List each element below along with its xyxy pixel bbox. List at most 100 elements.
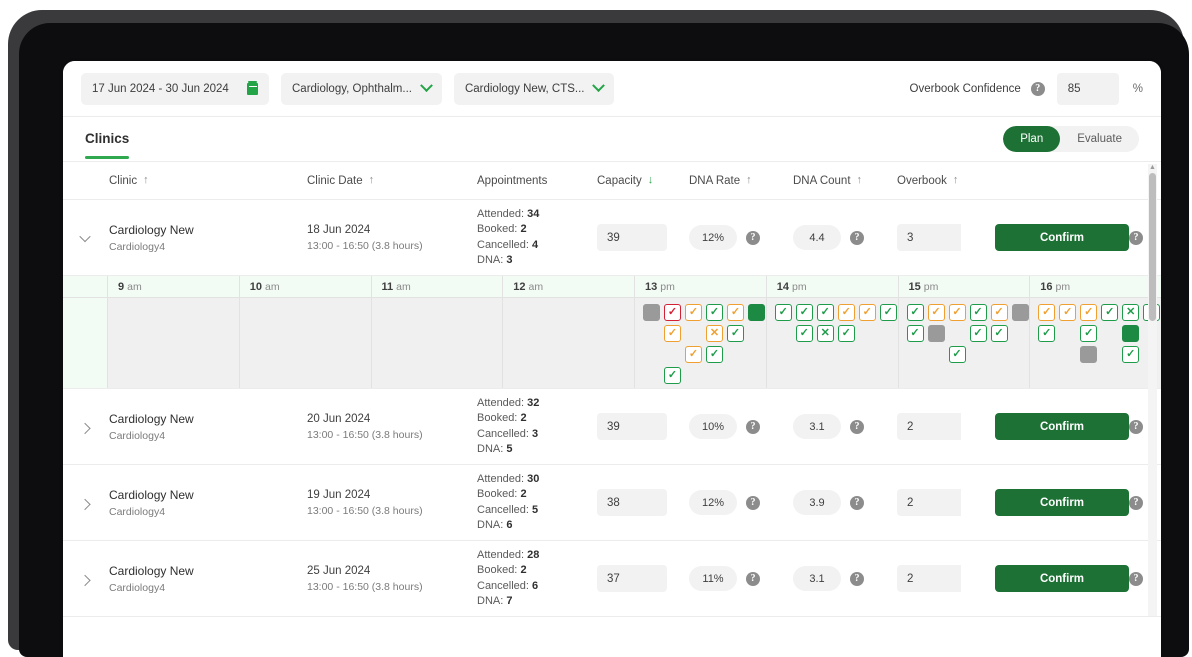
timeslot-column[interactable]: ✓ ✓ ✓ ✓ ✓ ✕ ✓ ✓ ✓ ✓ — [634, 298, 766, 388]
appointment-chip-filled-gray[interactable] — [643, 304, 660, 321]
appointment-chip-green[interactable]: ✕ — [1122, 304, 1140, 321]
help-icon[interactable]: ? — [1129, 571, 1143, 586]
timeslot-period: am — [528, 280, 544, 293]
column-header-appointments[interactable]: Appointments — [477, 175, 597, 187]
table-scrollbar[interactable]: ▲ — [1148, 164, 1157, 616]
appointment-chip-green[interactable]: ✓ — [990, 325, 1008, 342]
overbook-input[interactable]: 2 — [897, 489, 961, 516]
row-expand-toggle[interactable] — [63, 200, 107, 275]
appointment-chip-orange[interactable]: ✓ — [1080, 304, 1098, 321]
row-expand-toggle[interactable] — [63, 465, 107, 540]
capacity-input[interactable]: 39 — [597, 224, 667, 251]
appointment-chip-green[interactable]: ✓ — [1038, 325, 1056, 342]
appointment-chip-filled-gray[interactable] — [927, 325, 945, 342]
scrollbar-thumb[interactable] — [1149, 173, 1156, 321]
help-icon[interactable]: ? — [850, 419, 864, 434]
appointment-chip-green[interactable]: ✓ — [706, 304, 723, 321]
appointment-chip-green[interactable]: ✕ — [816, 325, 834, 342]
appointment-chip-green[interactable]: ✓ — [1101, 304, 1119, 321]
appointment-chip-orange[interactable]: ✓ — [858, 304, 876, 321]
table-row[interactable]: Cardiology New Cardiology4 19 Jun 2024 1… — [63, 465, 1161, 541]
appointment-chip-orange[interactable]: ✓ — [685, 304, 702, 321]
appointment-chip-green[interactable]: ✓ — [795, 304, 813, 321]
table-row[interactable]: Cardiology New Cardiology4 25 Jun 2024 1… — [63, 541, 1161, 617]
appointment-chip-green[interactable]: ✓ — [969, 304, 987, 321]
appointment-chip-green[interactable]: ✓ — [795, 325, 813, 342]
timeslot-column[interactable] — [107, 298, 239, 388]
table-row[interactable]: Cardiology New Cardiology4 18 Jun 2024 1… — [63, 200, 1161, 276]
appointment-chip-orange[interactable]: ✓ — [1059, 304, 1077, 321]
timeslot-column[interactable]: ✓ ✓ ✓ ✓ ✓ ✓ ✓ ✓ ✓ — [897, 298, 1030, 388]
appointment-chip-green[interactable]: ✓ — [664, 367, 681, 384]
appointment-chip-filled-gray[interactable] — [1011, 304, 1029, 321]
column-header-capacity[interactable]: Capacity ↓ — [597, 175, 689, 187]
appointment-chip-orange[interactable]: ✕ — [706, 325, 723, 342]
appointment-chip-orange[interactable]: ✓ — [837, 304, 855, 321]
help-icon[interactable]: ? — [1129, 419, 1143, 434]
appointment-chip-orange[interactable]: ✓ — [948, 304, 966, 321]
appointment-chip-filled-green[interactable] — [748, 304, 765, 321]
help-icon[interactable]: ? — [1129, 230, 1143, 245]
confirm-button[interactable]: Confirm — [995, 413, 1129, 440]
appointment-chip-orange[interactable]: ✓ — [664, 325, 681, 342]
appointment-chip-green[interactable]: ✓ — [706, 346, 723, 363]
help-icon[interactable]: ? — [746, 230, 760, 245]
column-header-clinic-date[interactable]: Clinic Date ↑ — [307, 175, 477, 187]
confirm-button[interactable]: Confirm — [995, 565, 1129, 592]
timeslot-column[interactable] — [238, 298, 371, 388]
help-icon[interactable]: ? — [1129, 495, 1143, 510]
capacity-input[interactable]: 38 — [597, 489, 667, 516]
appointment-chip-orange[interactable]: ✓ — [990, 304, 1008, 321]
row-expand-toggle[interactable] — [63, 541, 107, 616]
timeslot-column[interactable]: ✓✓✓✓✕✓✓✓✓ — [1029, 298, 1161, 388]
specialty-dropdown[interactable]: Cardiology, Ophthalm... — [281, 72, 442, 105]
timeslot-column[interactable] — [370, 298, 503, 388]
help-icon[interactable]: ? — [850, 571, 864, 586]
help-icon[interactable]: ? — [850, 495, 864, 510]
timeslot-column[interactable]: ✓ ✓ ✓ ✓ ✓ ✓ ✓ ✕ ✓ — [765, 298, 898, 388]
help-icon[interactable]: ? — [746, 571, 760, 586]
appointment-chip-filled-gray[interactable] — [1080, 346, 1098, 363]
appointment-chip-green[interactable]: ✓ — [906, 325, 924, 342]
appointment-chip-green[interactable]: ✓ — [837, 325, 855, 342]
appointment-chip-orange[interactable]: ✓ — [927, 304, 945, 321]
appointment-chip-green[interactable]: ✓ — [816, 304, 834, 321]
capacity-input[interactable]: 37 — [597, 565, 667, 592]
help-icon[interactable]: ? — [850, 230, 864, 245]
timeslot-column[interactable] — [502, 298, 634, 388]
appointment-chip-orange[interactable]: ✓ — [1038, 304, 1056, 321]
row-expand-toggle[interactable] — [63, 389, 107, 464]
confirm-button[interactable]: Confirm — [995, 489, 1129, 516]
tab-plan[interactable]: Plan — [1003, 126, 1061, 152]
appointment-chip-red[interactable]: ✓ — [664, 304, 681, 321]
overbook-input[interactable]: 3 — [897, 224, 961, 251]
confirm-button[interactable]: Confirm — [995, 224, 1129, 251]
help-icon[interactable]: ? — [1030, 81, 1045, 96]
appointment-chip-orange[interactable]: ✓ — [727, 304, 744, 321]
appointment-chip-green[interactable]: ✓ — [969, 325, 987, 342]
appointment-chip-green[interactable]: ✓ — [727, 325, 744, 342]
clinic-dropdown[interactable]: Cardiology New, CTS... — [453, 72, 615, 105]
appointment-chip-orange[interactable]: ✓ — [685, 346, 702, 363]
tab-evaluate[interactable]: Evaluate — [1060, 126, 1139, 152]
appointment-chip-green[interactable]: ✓ — [879, 304, 897, 321]
appointment-chip-green[interactable]: ✓ — [948, 346, 966, 363]
overbook-input[interactable]: 2 — [897, 413, 961, 440]
overbook-input[interactable]: 2 — [897, 565, 961, 592]
appointment-chip-green[interactable]: ✓ — [906, 304, 924, 321]
overbook-confidence-input[interactable]: 85 — [1056, 72, 1119, 105]
appointment-chip-green[interactable]: ✓ — [774, 304, 792, 321]
appointment-chip-green[interactable]: ✓ — [1122, 346, 1140, 363]
table-row[interactable]: Cardiology New Cardiology4 20 Jun 2024 1… — [63, 389, 1161, 465]
capacity-input[interactable]: 39 — [597, 413, 667, 440]
column-header-dna-count[interactable]: DNA Count ↑ — [793, 175, 897, 187]
column-header-dna-rate[interactable]: DNA Rate ↑ — [689, 175, 793, 187]
appointment-chip-green[interactable]: ✓ — [1080, 325, 1098, 342]
appointment-chip-filled-green[interactable] — [1122, 325, 1140, 342]
column-header-overbook[interactable]: Overbook ↑ — [897, 175, 999, 187]
column-header-clinic[interactable]: Clinic ↑ — [107, 175, 307, 187]
help-icon[interactable]: ? — [746, 495, 760, 510]
help-icon[interactable]: ? — [746, 419, 760, 434]
scroll-up-icon[interactable]: ▲ — [1149, 164, 1156, 171]
date-range-picker[interactable]: 17 Jun 2024 - 30 Jun 2024 — [81, 72, 269, 105]
